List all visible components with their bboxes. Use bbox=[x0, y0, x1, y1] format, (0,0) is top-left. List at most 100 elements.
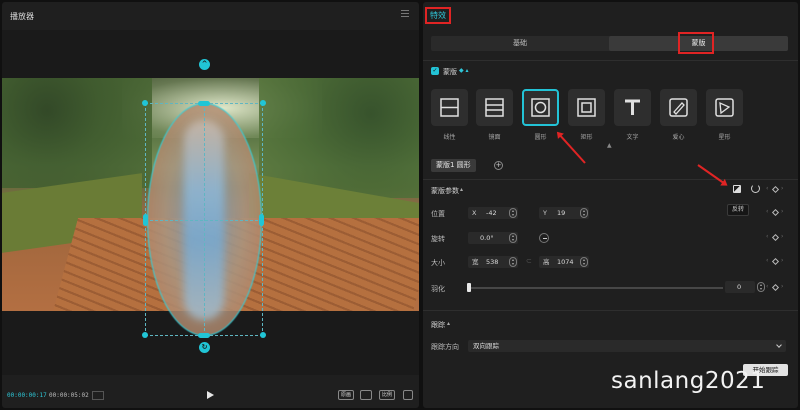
rotation-label: 旋转 bbox=[431, 235, 445, 243]
corner-handle-bl[interactable] bbox=[142, 332, 148, 338]
menu-icon[interactable] bbox=[401, 10, 409, 17]
divider bbox=[423, 310, 798, 311]
position-label: 位置 bbox=[431, 210, 445, 218]
keyframe-rotation[interactable]: ‹ › bbox=[766, 233, 786, 242]
feather-slider-knob[interactable] bbox=[467, 283, 471, 292]
feather-label: 羽化 bbox=[431, 285, 445, 293]
x-value: -42 bbox=[486, 209, 497, 217]
vip-diamond-icon: ◆ ▴ bbox=[459, 67, 469, 74]
rotate-handle-icon[interactable]: ↻ bbox=[199, 342, 210, 353]
chevron-down-icon bbox=[776, 342, 782, 348]
edge-handle-bottom[interactable] bbox=[198, 333, 210, 338]
mask-params-label: 蒙版参数 bbox=[431, 187, 459, 195]
feather-stepper[interactable] bbox=[757, 282, 765, 292]
invert-tooltip: 反转 bbox=[727, 204, 749, 216]
shape-heart-button[interactable] bbox=[660, 89, 697, 126]
feather-slider[interactable] bbox=[468, 287, 723, 289]
pen-brush-icon bbox=[669, 98, 688, 117]
tracking-caret-icon[interactable]: ▴ bbox=[447, 320, 450, 327]
segment-control: 基础 蒙版 bbox=[431, 36, 788, 51]
corner-handle-br[interactable] bbox=[260, 332, 266, 338]
current-timecode: 00:00:00:17 bbox=[7, 392, 47, 399]
tracking-label: 跟踪 bbox=[431, 321, 445, 329]
shape-label: 线性 bbox=[443, 134, 456, 141]
keyframe-size[interactable]: ‹ › bbox=[766, 257, 786, 266]
tab-basic[interactable]: 基础 bbox=[431, 36, 609, 51]
linear-icon bbox=[440, 98, 459, 117]
size-width-stepper[interactable] bbox=[509, 257, 517, 267]
collapse-caret-icon[interactable]: ▴ bbox=[460, 186, 463, 193]
text-icon bbox=[625, 99, 640, 115]
focus-icon[interactable] bbox=[360, 390, 372, 400]
annotation-arrow-invert bbox=[697, 164, 727, 186]
mask-section-label: 蒙版 bbox=[443, 68, 457, 76]
trees-left bbox=[2, 78, 152, 188]
expand-caret-icon[interactable]: ▲ bbox=[607, 142, 612, 149]
rotation-value: 0.0° bbox=[480, 234, 494, 242]
height-value: 1074 bbox=[557, 258, 574, 266]
original-quality-button[interactable]: 原画 bbox=[338, 390, 355, 400]
x-prefix: X bbox=[472, 209, 477, 217]
width-prefix: 宽 bbox=[472, 258, 479, 266]
grid-icon[interactable] bbox=[92, 391, 104, 400]
shape-mirror-button[interactable] bbox=[476, 89, 513, 126]
playback-controls: 00:00:00:17 00:00:05:02 原画 比例 bbox=[2, 382, 419, 408]
video-viewport[interactable]: ^ ↻ bbox=[2, 30, 419, 375]
shape-text-button[interactable] bbox=[614, 89, 651, 126]
rotation-dial-icon[interactable] bbox=[539, 233, 549, 243]
ratio-button[interactable]: 比例 bbox=[379, 390, 396, 400]
position-x-stepper[interactable] bbox=[509, 208, 517, 218]
shape-star-button[interactable] bbox=[706, 89, 743, 126]
feather-value: 0 bbox=[737, 283, 742, 291]
mirror-icon bbox=[485, 98, 504, 117]
shape-label: 镜面 bbox=[488, 134, 501, 141]
reset-icon[interactable] bbox=[751, 184, 760, 193]
annotation-box-mask-tab bbox=[678, 32, 714, 54]
tracking-direction-value: 双向跟踪 bbox=[473, 342, 499, 350]
mask-chip[interactable]: 蒙版1 圆形 bbox=[431, 159, 476, 172]
shape-label: 矩形 bbox=[580, 134, 593, 141]
feather-field[interactable]: 0 bbox=[725, 281, 755, 293]
pen-nib-icon bbox=[715, 98, 734, 117]
play-button[interactable] bbox=[207, 391, 214, 399]
corner-handle-tr[interactable] bbox=[260, 100, 266, 106]
shape-label: 文字 bbox=[626, 134, 639, 141]
tracking-direction-label: 跟踪方向 bbox=[431, 343, 459, 351]
rectangle-icon bbox=[577, 98, 596, 117]
divider bbox=[423, 179, 798, 180]
width-value: 538 bbox=[486, 258, 499, 266]
shape-rectangle-button[interactable] bbox=[568, 89, 605, 126]
effects-panel: 特效 基础 蒙版 ✓ 蒙版 ◆ ▴ 线性 镜面 圆形 矩形 文字 爱心 星形 ▲… bbox=[423, 2, 798, 408]
keyframe-params[interactable]: ‹ › bbox=[766, 185, 786, 194]
keyframe-feather[interactable]: ‹ › bbox=[766, 283, 786, 292]
total-timecode: 00:00:05:02 bbox=[49, 392, 89, 399]
edge-handle-left[interactable] bbox=[143, 214, 148, 226]
y-prefix: Y bbox=[543, 209, 547, 217]
keyframe-position[interactable]: ‹ › bbox=[766, 208, 786, 217]
edge-handle-right[interactable] bbox=[259, 214, 264, 226]
tracking-direction-select[interactable]: 双向跟踪 bbox=[468, 340, 786, 352]
mask-center-vline bbox=[204, 103, 205, 336]
add-mask-icon[interactable]: + bbox=[494, 161, 503, 170]
shape-circle-button[interactable] bbox=[522, 89, 559, 126]
rotation-stepper[interactable] bbox=[509, 233, 517, 243]
fullscreen-icon[interactable] bbox=[403, 390, 413, 400]
shape-linear-button[interactable] bbox=[431, 89, 468, 126]
effects-tab[interactable]: 特效 bbox=[425, 7, 451, 24]
player-panel: 播放器 ^ ↻ 00:00:00:17 00:00:05:02 原画 比例 bbox=[2, 2, 419, 408]
size-label: 大小 bbox=[431, 259, 445, 267]
position-y-stepper[interactable] bbox=[580, 208, 588, 218]
edge-handle-top[interactable] bbox=[198, 101, 210, 106]
mask-enable-checkbox[interactable]: ✓ bbox=[431, 67, 439, 75]
invert-icon[interactable] bbox=[733, 185, 741, 193]
watermark: sanlang2021 bbox=[611, 368, 766, 394]
feather-handle-icon[interactable]: ^ bbox=[199, 59, 210, 70]
shape-label: 星形 bbox=[718, 134, 731, 141]
corner-handle-tl[interactable] bbox=[142, 100, 148, 106]
circle-icon bbox=[531, 98, 550, 117]
divider bbox=[423, 60, 798, 61]
size-height-stepper[interactable] bbox=[580, 257, 588, 267]
link-icon[interactable]: ⊂ bbox=[526, 257, 532, 265]
y-value: 19 bbox=[557, 209, 566, 217]
height-prefix: 高 bbox=[543, 258, 550, 266]
